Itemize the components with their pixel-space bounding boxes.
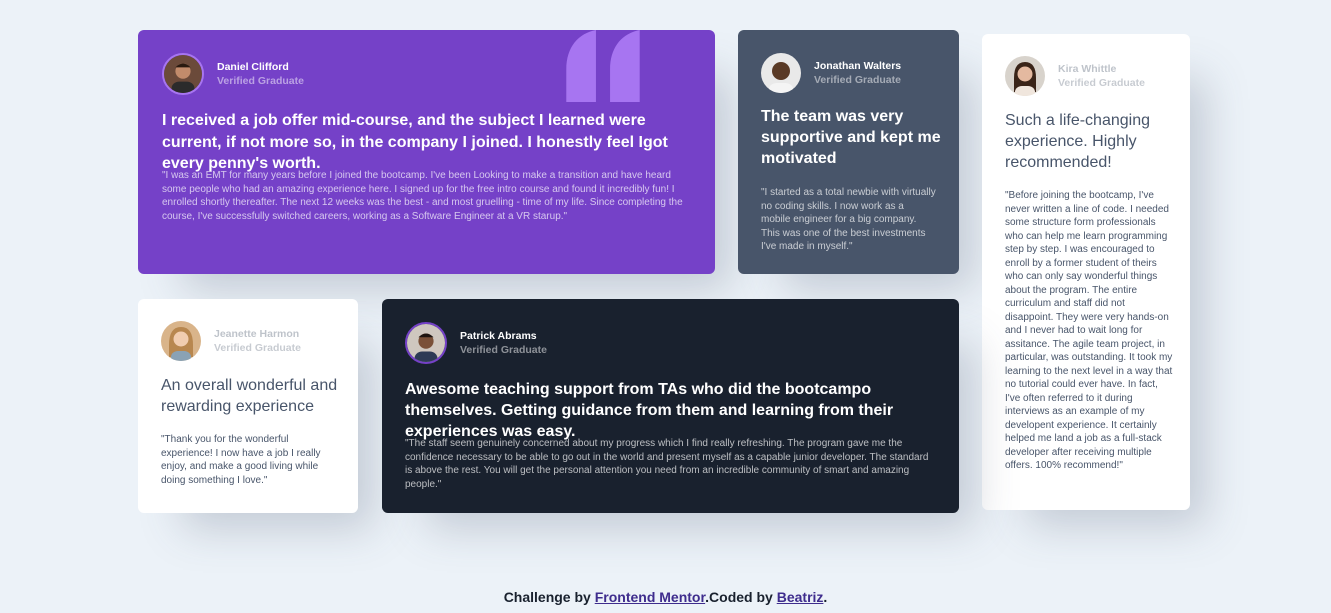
frontend-mentor-link[interactable]: Frontend Mentor <box>595 589 705 605</box>
author-name: Jonathan Walters <box>814 60 902 72</box>
attribution-prefix: Challenge by <box>503 589 595 605</box>
author-name: Patrick Abrams <box>460 330 537 342</box>
testimonial-headline: An overall wonderful and rewarding exper… <box>161 377 338 415</box>
card-header: Kira Whittle Verified Graduate <box>1005 56 1145 96</box>
avatar <box>162 53 204 95</box>
card-header: Jonathan Walters Verified Graduate <box>761 53 901 93</box>
attribution-suffix: . <box>823 589 828 605</box>
card-header: Daniel Clifford Verified Graduate <box>162 53 304 95</box>
author-role: Verified Graduate <box>217 75 304 87</box>
card-header: Patrick Abrams Verified Graduate <box>405 322 547 364</box>
avatar <box>761 53 801 93</box>
attribution: Challenge by Frontend Mentor.Coded by Be… <box>0 589 1331 605</box>
author-role: Verified Graduate <box>460 344 547 356</box>
testimonial-card-kira: Kira Whittle Verified Graduate Such a li… <box>982 34 1190 510</box>
avatar <box>161 321 201 361</box>
avatar <box>1005 56 1045 96</box>
testimonial-headline: The team was very supportive and kept me… <box>761 108 941 167</box>
testimonial-card-jonathan: Jonathan Walters Verified Graduate The t… <box>738 30 959 274</box>
avatar <box>405 322 447 364</box>
card-header: Jeanette Harmon Verified Graduate <box>161 321 301 361</box>
testimonial-card-daniel: Daniel Clifford Verified Graduate I rece… <box>138 30 715 274</box>
author-name: Jeanette Harmon <box>214 328 300 340</box>
testimonial-card-patrick: Patrick Abrams Verified Graduate Awesome… <box>382 299 959 513</box>
attribution-middle: .Coded by <box>705 589 777 605</box>
testimonial-headline: Awesome teaching support from TAs who di… <box>405 381 894 440</box>
testimonial-quote: "I started as a total newbie with virtua… <box>761 187 936 252</box>
author-link[interactable]: Beatriz <box>777 589 824 605</box>
author-role: Verified Graduate <box>214 342 301 354</box>
quotation-mark-icon <box>566 30 640 102</box>
testimonial-quote: "Thank you for the wonderful experience!… <box>161 434 321 486</box>
author-role: Verified Graduate <box>814 74 901 86</box>
testimonial-headline: Such a life-changing experience. Highly … <box>1005 112 1150 171</box>
testimonial-quote: "The staff seem genuinely concerned abou… <box>405 438 929 490</box>
author-name: Daniel Clifford <box>217 61 289 73</box>
author-name: Kira Whittle <box>1058 63 1117 75</box>
testimonial-quote: "Before joining the bootcamp, I've never… <box>1005 190 1173 471</box>
testimonial-card-jeanette: Jeanette Harmon Verified Graduate An ove… <box>138 299 358 513</box>
testimonial-quote: "I was an EMT for many years before I jo… <box>162 170 683 222</box>
author-role: Verified Graduate <box>1058 77 1145 89</box>
testimonial-headline: I received a job offer mid-course, and t… <box>162 112 668 172</box>
